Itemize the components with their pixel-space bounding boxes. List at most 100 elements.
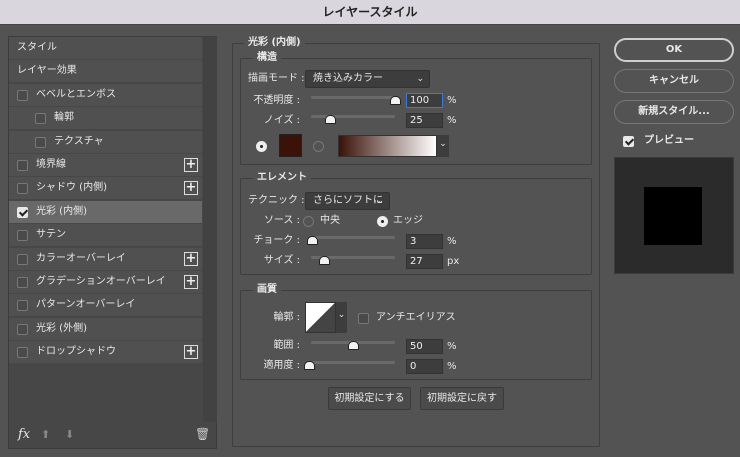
contour-label: 輪郭 :: [273, 312, 300, 323]
sidebar-item[interactable]: サテン: [9, 224, 202, 247]
range-unit: %: [447, 341, 457, 352]
technique-value: さらにソフトに: [313, 195, 383, 206]
solid-color-radio[interactable]: [256, 141, 267, 152]
add-effect-icon[interactable]: +: [184, 181, 198, 196]
noise-slider[interactable]: [311, 115, 395, 118]
jitter-slider[interactable]: [311, 361, 395, 364]
blend-mode-select[interactable]: 焼き込みカラー ⌄: [305, 70, 430, 88]
choke-input[interactable]: 3: [406, 234, 443, 249]
sidebar-item-label: テクスチャ: [54, 135, 104, 147]
choke-slider[interactable]: [311, 236, 395, 239]
technique-select[interactable]: さらにソフトに ⌄: [305, 192, 390, 210]
source-edge-radio[interactable]: [377, 216, 388, 227]
source-edge-label: エッジ: [393, 215, 423, 226]
sidebar-item-checkbox[interactable]: [17, 89, 28, 101]
antialias-checkbox[interactable]: [358, 313, 369, 324]
cancel-button[interactable]: キャンセル: [614, 69, 734, 93]
noise-label: ノイズ :: [263, 115, 300, 126]
contour-preview[interactable]: [305, 302, 336, 333]
sidebar-item-checkbox[interactable]: [17, 160, 28, 171]
sidebar-item[interactable]: 光彩 (外側): [9, 317, 202, 340]
sidebar-item-checkbox[interactable]: [17, 347, 28, 359]
sidebar-item-label: シャドウ (内側): [36, 182, 107, 194]
add-effect-icon[interactable]: +: [184, 345, 198, 360]
range-slider-thumb[interactable]: [348, 341, 359, 350]
sidebar-item-checkbox[interactable]: [17, 183, 28, 195]
sidebar-item[interactable]: カラーオーバーレイ +: [9, 247, 202, 270]
gradient-swatch[interactable]: [338, 135, 437, 157]
range-label: 範囲 :: [273, 340, 300, 351]
sidebar-item-checkbox[interactable]: [17, 253, 28, 265]
sidebar-item-label: 光彩 (内側): [36, 205, 87, 217]
opacity-unit: %: [447, 95, 457, 106]
ok-button[interactable]: OK: [614, 38, 734, 62]
sidebar-item-checkbox[interactable]: [17, 230, 28, 242]
make-default-button[interactable]: 初期設定にする: [328, 387, 411, 410]
noise-slider-thumb[interactable]: [325, 115, 336, 124]
source-label: ソース :: [263, 215, 300, 226]
preview-checkbox[interactable]: [623, 136, 634, 147]
source-center-label: 中央: [320, 215, 340, 226]
gradient-dropdown[interactable]: ⌄: [437, 135, 449, 157]
sidebar-item-checkbox[interactable]: [17, 206, 28, 218]
jitter-slider-thumb[interactable]: [304, 361, 315, 370]
move-down-icon[interactable]: ⬇: [65, 428, 74, 441]
sidebar-item[interactable]: 境界線 +: [9, 154, 202, 176]
style-list-panel: スタイル レイヤー効果ベベルとエンボス輪郭テクスチャ境界線 + シャドウ (内側) + 光…: [8, 36, 217, 449]
elements-legend: エレメント: [253, 172, 311, 184]
choke-slider-thumb[interactable]: [307, 236, 318, 245]
sidebar-item-checkbox[interactable]: [35, 136, 46, 148]
sidebar-item[interactable]: レイヤー効果: [9, 60, 202, 83]
sidebar-item[interactable]: グラデーションオーバーレイ +: [9, 271, 202, 293]
choke-unit: %: [447, 236, 457, 247]
gradient-radio[interactable]: [313, 141, 324, 152]
sidebar-item[interactable]: ベベルとエンボス: [9, 83, 202, 106]
add-effect-icon[interactable]: +: [184, 275, 198, 289]
move-up-icon[interactable]: ⬆: [41, 428, 50, 441]
add-effect-icon[interactable]: +: [184, 251, 198, 266]
size-input[interactable]: 27: [406, 254, 443, 269]
section-title: 光彩 (内側): [244, 37, 305, 49]
opacity-slider[interactable]: [311, 96, 395, 99]
trash-icon[interactable]: 🗑: [195, 427, 210, 441]
new-style-button[interactable]: 新規スタイル...: [614, 100, 734, 124]
sidebar-item-label: 輪郭: [54, 112, 74, 124]
scrollbar[interactable]: [203, 37, 217, 422]
sidebar-item-checkbox[interactable]: [17, 323, 28, 335]
preview-thumbnail: [614, 157, 734, 274]
jitter-input[interactable]: 0: [406, 359, 443, 374]
blend-mode-label: 描画モード :: [248, 73, 305, 84]
sidebar-item-label: カラーオーバーレイ: [36, 252, 126, 264]
technique-label: テクニック :: [248, 195, 305, 206]
size-slider-thumb[interactable]: [319, 256, 330, 265]
noise-input[interactable]: 25: [406, 113, 443, 128]
opacity-slider-thumb[interactable]: [390, 96, 401, 105]
sidebar-item-label: ベベルとエンボス: [36, 88, 116, 100]
chevron-down-icon: ⌄: [416, 74, 424, 84]
sidebar-item-checkbox[interactable]: [17, 300, 28, 312]
size-unit: px: [447, 256, 460, 267]
sidebar-item[interactable]: スタイル: [9, 37, 202, 59]
sidebar-item[interactable]: パターンオーバーレイ: [9, 294, 202, 317]
sidebar-item-label: 境界線: [36, 159, 66, 170]
window-title: レイヤースタイル: [0, 0, 740, 25]
source-center-radio[interactable]: [303, 216, 314, 227]
sidebar-item[interactable]: シャドウ (内側) +: [9, 177, 202, 200]
preview-label: プレビュー: [644, 135, 694, 146]
sidebar-item[interactable]: 輪郭: [9, 107, 202, 130]
add-effect-icon[interactable]: +: [184, 158, 198, 172]
sidebar-item-checkbox[interactable]: [35, 113, 46, 125]
sidebar-item-checkbox[interactable]: [17, 277, 28, 288]
quality-legend: 画質: [253, 284, 281, 296]
contour-dropdown[interactable]: ⌄: [336, 302, 347, 333]
structure-legend: 構造: [253, 52, 281, 64]
sidebar-item[interactable]: テクスチャ: [9, 130, 202, 153]
color-swatch[interactable]: [279, 134, 302, 157]
antialias-label: アンチエイリアス: [376, 312, 456, 323]
reset-default-button[interactable]: 初期設定に戻す: [420, 387, 504, 410]
range-input[interactable]: 50: [406, 339, 443, 354]
sidebar-item[interactable]: ドロップシャドウ +: [9, 341, 202, 364]
fx-icon[interactable]: fx: [18, 427, 30, 442]
sidebar-item[interactable]: 光彩 (内側): [9, 200, 202, 223]
opacity-input[interactable]: 100: [406, 93, 443, 108]
